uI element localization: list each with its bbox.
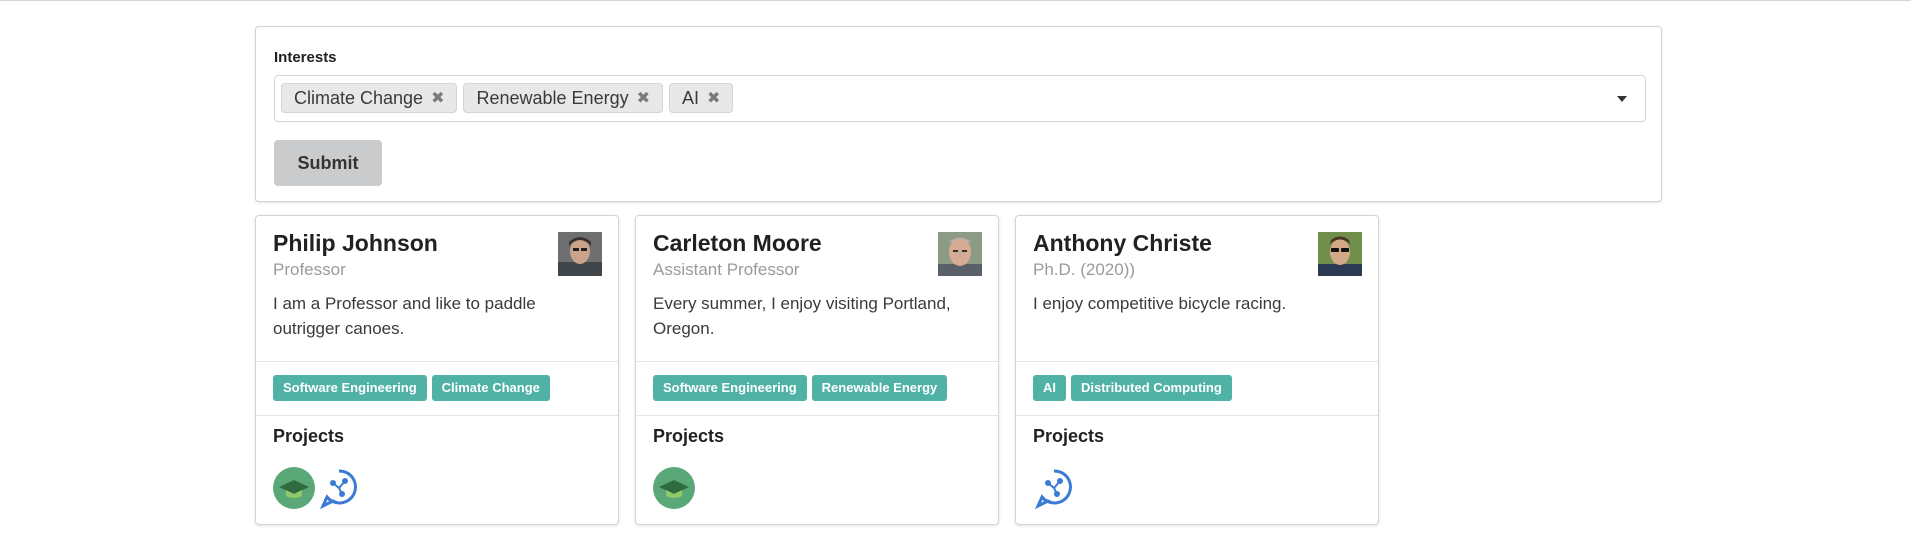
projects-label: Projects — [273, 426, 345, 446]
divider — [1016, 415, 1378, 416]
divider — [636, 361, 998, 362]
profile-title: Assistant Professor — [653, 260, 800, 279]
avatar — [1318, 232, 1362, 276]
chip-renewable-energy: Renewable Energy ✖ — [463, 83, 663, 113]
card-header: Anthony Christe Ph.D. (2020)) I enjoy co… — [1016, 216, 1378, 361]
selected-chips: Climate Change ✖ Renewable Energy ✖ AI ✖ — [281, 83, 734, 113]
remove-chip-icon[interactable]: ✖ — [637, 88, 650, 108]
interest-tags: Software Engineering Climate Change — [273, 375, 550, 401]
tag[interactable]: Renewable Energy — [811, 375, 948, 401]
profile-name: Philip Johnson — [273, 230, 438, 256]
avatar — [938, 232, 982, 276]
profile-bio: I am a Professor and like to paddle outr… — [273, 294, 536, 338]
profile-title: Professor — [273, 260, 346, 279]
card-header: Carleton Moore Assistant Professor Every… — [636, 216, 998, 361]
interests-dropdown[interactable]: Climate Change ✖ Renewable Energy ✖ AI ✖ — [274, 75, 1646, 122]
submit-button[interactable]: Submit — [274, 140, 382, 186]
divider — [1016, 361, 1378, 362]
profile-title: Ph.D. (2020)) — [1033, 260, 1136, 279]
tag[interactable]: Climate Change — [431, 375, 550, 401]
project-icons — [1033, 467, 1075, 509]
tag[interactable]: Software Engineering — [273, 375, 427, 401]
chat-circuit-icon[interactable] — [1033, 467, 1075, 509]
profile-bio: Every summer, I enjoy visiting Portland,… — [653, 294, 951, 338]
profile-bio: I enjoy competitive bicycle racing. — [1033, 294, 1287, 313]
divider — [256, 415, 618, 416]
interests-form: Interests Climate Change ✖ Renewable Ene… — [255, 26, 1662, 202]
chip-ai: AI ✖ — [669, 83, 734, 113]
profile-name: Carleton Moore — [653, 230, 822, 256]
dropdown-caret-icon[interactable] — [1617, 96, 1627, 102]
projects-label: Projects — [1033, 426, 1105, 446]
chip-label: Renewable Energy — [476, 87, 629, 108]
divider — [636, 415, 998, 416]
profile-card: Anthony Christe Ph.D. (2020)) I enjoy co… — [1015, 215, 1379, 525]
profile-card: Philip Johnson Professor I am a Professo… — [255, 215, 619, 525]
avatar — [558, 232, 602, 276]
project-icons — [653, 467, 695, 509]
divider — [256, 361, 618, 362]
remove-chip-icon[interactable]: ✖ — [431, 88, 444, 108]
remove-chip-icon[interactable]: ✖ — [707, 88, 720, 108]
interest-tags: Software Engineering Renewable Energy — [653, 375, 948, 401]
chip-label: AI — [682, 87, 700, 108]
tag[interactable]: Software Engineering — [653, 375, 807, 401]
chip-climate-change: Climate Change ✖ — [281, 83, 458, 113]
chat-circuit-icon[interactable] — [318, 467, 360, 509]
top-rule — [0, 0, 1911, 1]
project-icons — [273, 467, 360, 509]
card-header: Philip Johnson Professor I am a Professo… — [256, 216, 618, 361]
profile-card: Carleton Moore Assistant Professor Every… — [635, 215, 999, 525]
chip-label: Climate Change — [294, 87, 424, 108]
graduation-cap-icon[interactable] — [273, 467, 315, 509]
tag[interactable]: Distributed Computing — [1071, 375, 1232, 401]
profile-name: Anthony Christe — [1033, 230, 1212, 256]
graduation-cap-icon[interactable] — [653, 467, 695, 509]
projects-label: Projects — [653, 426, 725, 446]
tag[interactable]: AI — [1033, 375, 1066, 401]
interests-label: Interests — [274, 49, 337, 66]
interest-tags: AI Distributed Computing — [1033, 375, 1232, 401]
